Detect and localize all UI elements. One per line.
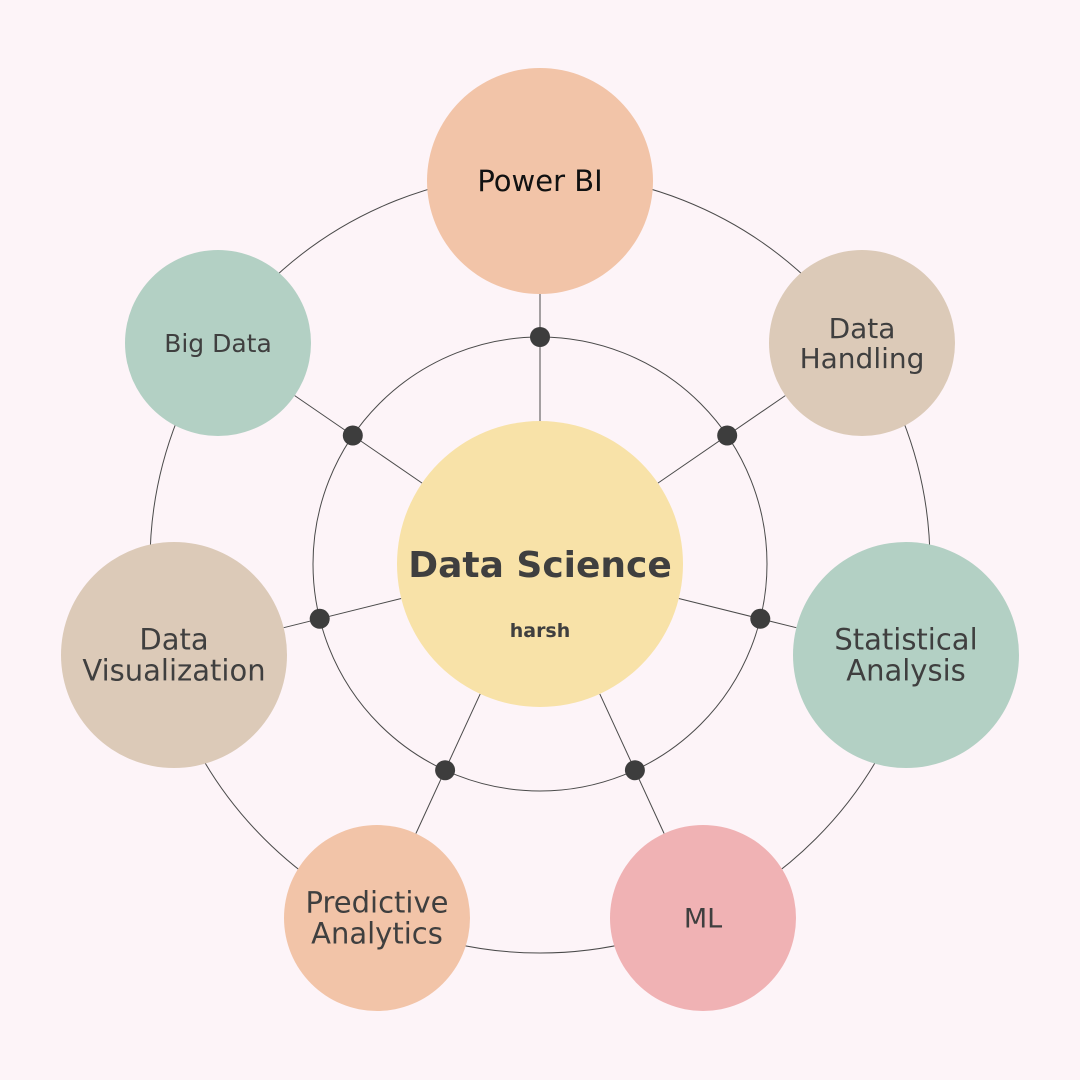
- node-data-visualization: DataVisualization: [61, 542, 287, 768]
- connector-dot-data-visualization: [309, 608, 330, 629]
- spoke-data-visualization: [283, 598, 402, 629]
- connector-dot-data-handling: [717, 425, 738, 446]
- node-predictive-analytics: PredictiveAnalytics: [284, 825, 470, 1011]
- node-power-bi: Power BI: [427, 68, 653, 294]
- node-label-statistical-analysis-line-1: Statistical: [834, 623, 977, 657]
- node-label-predictive-analytics-line-2: Analytics: [311, 917, 443, 951]
- node-label-predictive-analytics-line-1: Predictive: [306, 886, 449, 920]
- node-label-data-handling-line-2: Handling: [800, 342, 925, 375]
- node-label-data-handling-line-1: Data: [829, 312, 896, 345]
- connector-dot-big-data: [342, 425, 363, 446]
- node-big-data: Big Data: [125, 250, 311, 436]
- node-label-data-visualization-line-1: Data: [139, 623, 208, 657]
- center-node: Data Science harsh: [397, 421, 683, 707]
- node-label-ml: ML: [684, 904, 722, 935]
- node-label-power-bi: Power BI: [477, 164, 602, 198]
- center-title: Data Science: [408, 545, 672, 586]
- node-label-statistical-analysis-line-2: Analysis: [846, 654, 965, 688]
- data-science-diagram: Power BIDataHandlingStatisticalAnalysisM…: [61, 68, 1019, 1011]
- node-ml: ML: [610, 825, 796, 1011]
- spoke-statistical-analysis: [678, 598, 797, 629]
- node-statistical-analysis: StatisticalAnalysis: [793, 542, 1019, 768]
- connector-dot-ml: [624, 760, 645, 781]
- node-data-handling: DataHandling: [769, 250, 955, 436]
- connector-dot-predictive-analytics: [435, 760, 456, 781]
- center-subtitle: harsh: [510, 620, 571, 642]
- connector-dot-statistical-analysis: [750, 608, 771, 629]
- node-label-data-visualization-line-2: Visualization: [82, 654, 265, 688]
- connector-dot-power-bi: [530, 327, 550, 347]
- node-label-big-data: Big Data: [164, 329, 272, 358]
